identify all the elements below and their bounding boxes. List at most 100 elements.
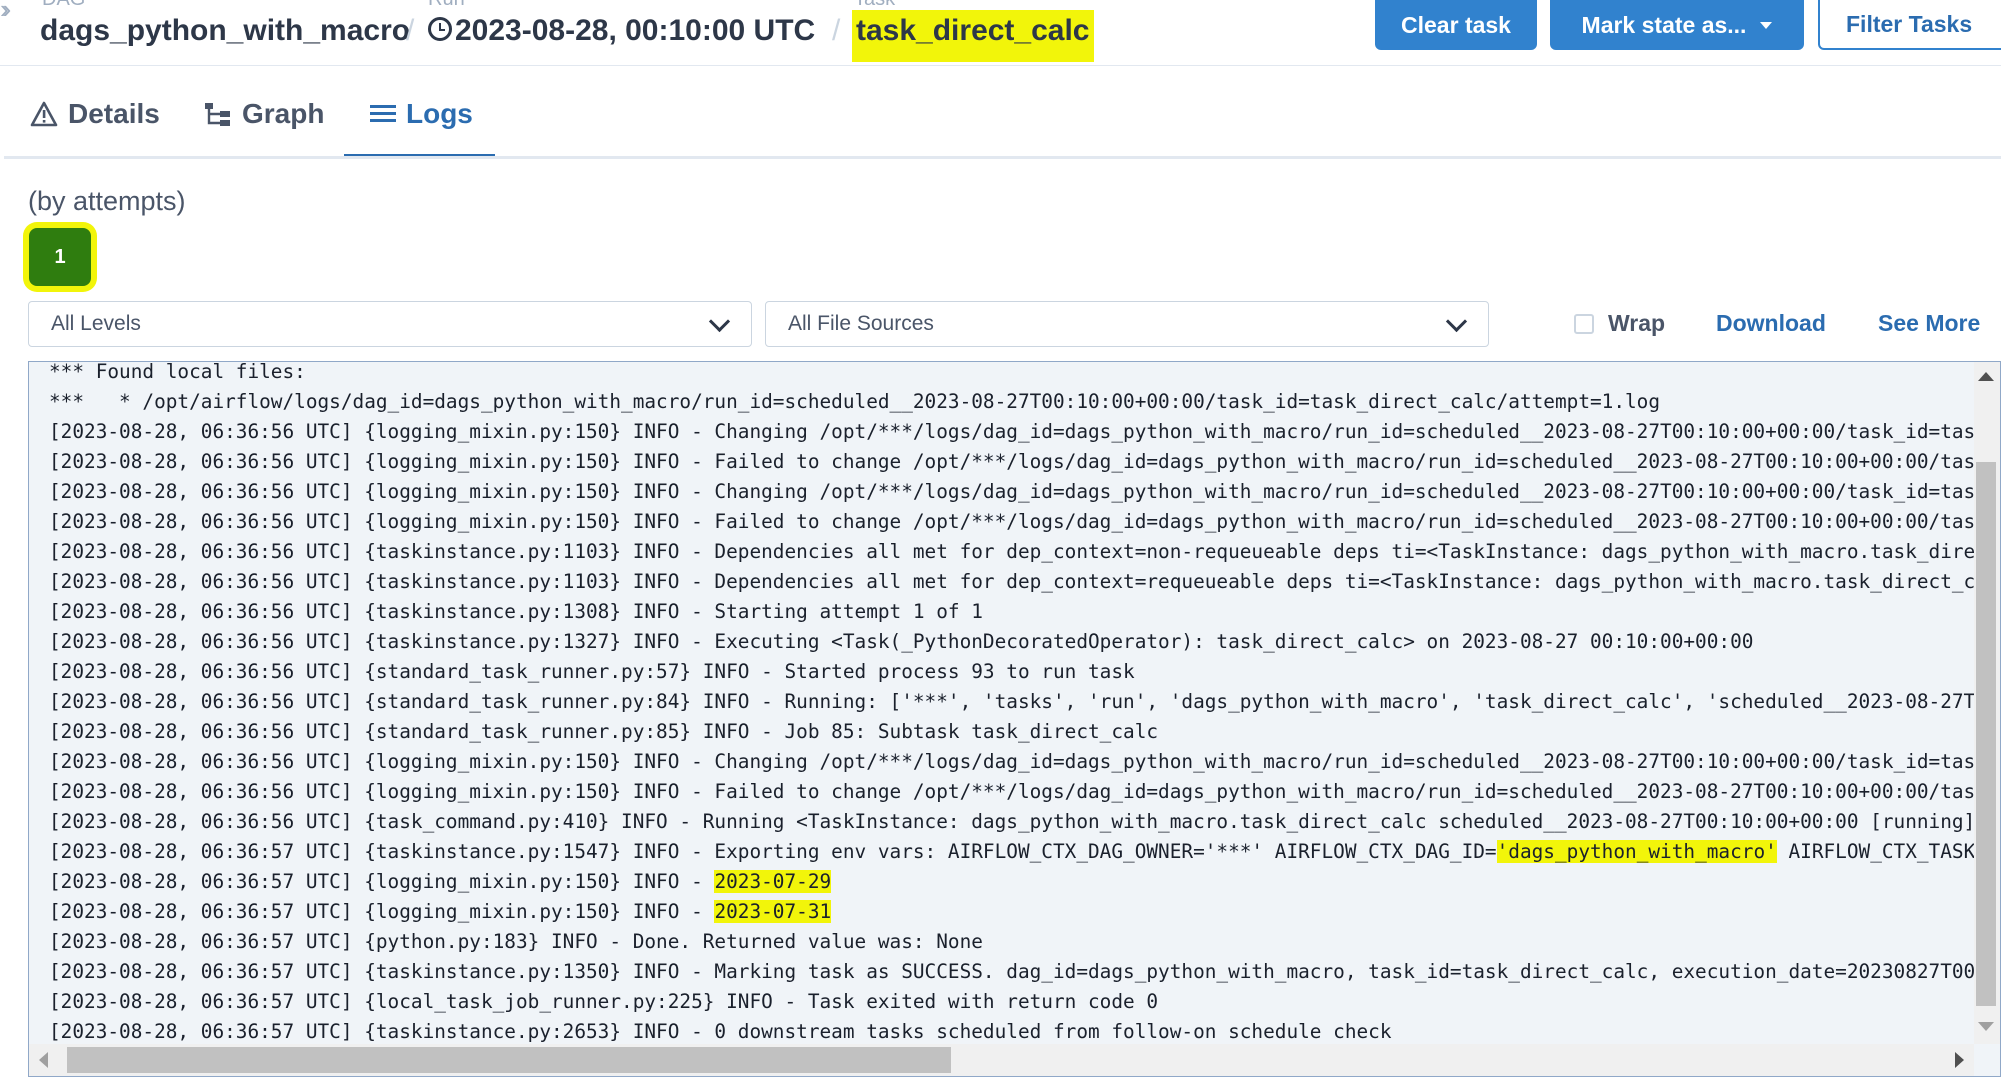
horizontal-scroll-thumb[interactable] <box>67 1047 951 1073</box>
log-line-text: [2023-08-28, 06:36:57 UTC] {logging_mixi… <box>49 870 715 893</box>
breadcrumb-run-value[interactable]: 2023-08-28, 00:10:00 UTC <box>428 14 815 48</box>
log-line-text: [2023-08-28, 06:36:57 UTC] {local_task_j… <box>49 990 1159 1013</box>
log-line: [2023-08-28, 06:36:57 UTC] {logging_mixi… <box>49 897 1999 927</box>
attempts-label: (by attempts) <box>28 186 186 216</box>
wrap-label[interactable]: Wrap <box>1608 310 1665 337</box>
log-line-text: [2023-08-28, 06:36:56 UTC] {logging_mixi… <box>49 780 1999 803</box>
log-line-text: [2023-08-28, 06:36:57 UTC] {taskinstance… <box>49 960 1999 983</box>
log-line: [2023-08-28, 06:36:57 UTC] {logging_mixi… <box>49 867 1999 897</box>
log-line-text: [2023-08-28, 06:36:56 UTC] {logging_mixi… <box>49 510 1999 533</box>
filter-tasks-label: Filter Tasks <box>1846 10 1973 37</box>
chevron-down-icon <box>708 310 731 333</box>
breadcrumb-run-label: Run <box>428 0 465 11</box>
mark-state-button[interactable]: Mark state as... <box>1550 0 1804 50</box>
log-line: [2023-08-28, 06:36:56 UTC] {logging_mixi… <box>49 417 1999 447</box>
log-line-text: [2023-08-28, 06:36:56 UTC] {standard_tas… <box>49 690 1999 713</box>
log-line-tail: AIRFLOW_CTX_TASK_I <box>1776 840 1999 863</box>
log-line: [2023-08-28, 06:36:57 UTC] {python.py:18… <box>49 927 1999 957</box>
mark-state-label: Mark state as... <box>1581 11 1747 38</box>
double-chevron-right-icon[interactable]: ›› <box>0 0 12 25</box>
breadcrumb-dag-value[interactable]: dags_python_with_macro <box>40 14 410 48</box>
log-line-text: [2023-08-28, 06:36:56 UTC] {task_command… <box>49 810 1987 833</box>
file-source-value: All File Sources <box>788 312 934 335</box>
caret-down-icon <box>1760 21 1773 29</box>
log-line: [2023-08-28, 06:36:56 UTC] {logging_mixi… <box>49 747 1999 777</box>
log-line-text: [2023-08-28, 06:36:56 UTC] {taskinstance… <box>49 540 1999 563</box>
warning-icon <box>30 101 58 127</box>
log-line: *** * /opt/airflow/logs/dag_id=dags_pyth… <box>49 387 1999 417</box>
clock-icon <box>428 17 452 41</box>
tab-details[interactable]: Details <box>30 98 160 130</box>
log-line: [2023-08-28, 06:36:56 UTC] {taskinstance… <box>49 597 1999 627</box>
tab-logs[interactable]: Logs <box>370 98 473 130</box>
log-line-text: [2023-08-28, 06:36:56 UTC] {logging_mixi… <box>49 450 1999 473</box>
log-level-select[interactable]: All Levels <box>28 301 752 347</box>
log-highlight: 'dags_python_with_macro' <box>1496 840 1777 863</box>
log-line-text: [2023-08-28, 06:36:56 UTC] {taskinstance… <box>49 600 983 623</box>
log-highlight: 2023-07-31 <box>714 900 832 923</box>
log-line: [2023-08-28, 06:36:56 UTC] {task_command… <box>49 807 1999 837</box>
log-line: [2023-08-28, 06:36:57 UTC] {taskinstance… <box>49 957 1999 987</box>
see-more-link[interactable]: See More <box>1878 310 1980 337</box>
log-line-text: [2023-08-28, 06:36:56 UTC] {logging_mixi… <box>49 420 1999 443</box>
vertical-scroll-thumb[interactable] <box>1976 462 1996 1006</box>
scroll-up-arrow-icon[interactable] <box>1978 372 1994 381</box>
scroll-down-arrow-icon[interactable] <box>1978 1022 1994 1031</box>
log-line: [2023-08-28, 06:36:56 UTC] {taskinstance… <box>49 537 1999 567</box>
scroll-right-arrow-icon[interactable] <box>1955 1052 1964 1068</box>
log-line-text: *** Found local files: <box>49 361 306 383</box>
log-line: [2023-08-28, 06:36:56 UTC] {taskinstance… <box>49 567 1999 597</box>
log-line: [2023-08-28, 06:36:57 UTC] {taskinstance… <box>49 1017 1999 1047</box>
clear-task-label: Clear task <box>1401 11 1511 38</box>
horizontal-scrollbar[interactable] <box>29 1044 1974 1076</box>
log-line-text: [2023-08-28, 06:36:56 UTC] {logging_mixi… <box>49 750 1999 773</box>
breadcrumb-separator: / <box>406 14 415 47</box>
wrap-checkbox[interactable] <box>1574 314 1594 334</box>
log-line: [2023-08-28, 06:36:56 UTC] {logging_mixi… <box>49 447 1999 477</box>
log-line: *** Found local files: <box>49 361 1999 387</box>
log-text: *** Found local files: *** * /opt/airflow… <box>49 361 1999 1047</box>
log-line-text: [2023-08-28, 06:36:56 UTC] {taskinstance… <box>49 630 1754 653</box>
log-line-text: [2023-08-28, 06:36:57 UTC] {python.py:18… <box>49 930 983 953</box>
log-viewer[interactable]: *** Found local files: *** * /opt/airflow… <box>28 361 2001 1077</box>
tab-logs-label: Logs <box>406 98 473 129</box>
log-line: [2023-08-28, 06:36:56 UTC] {standard_tas… <box>49 687 1999 717</box>
breadcrumb-run-text: 2023-08-28, 00:10:00 UTC <box>455 14 816 47</box>
scroll-left-arrow-icon[interactable] <box>39 1052 48 1068</box>
download-link[interactable]: Download <box>1716 310 1826 337</box>
log-line: [2023-08-28, 06:36:56 UTC] {standard_tas… <box>49 657 1999 687</box>
tab-bar: Details Graph Logs <box>0 66 2001 158</box>
filter-tasks-button[interactable]: Filter Tasks <box>1818 0 2001 50</box>
log-line: [2023-08-28, 06:36:56 UTC] {standard_tas… <box>49 717 1999 747</box>
breadcrumb: ›› DAG dags_python_with_macro / Run 2023… <box>0 0 1360 64</box>
log-line: [2023-08-28, 06:36:57 UTC] {local_task_j… <box>49 987 1999 1017</box>
vertical-scrollbar[interactable] <box>1974 362 2000 1044</box>
breadcrumb-task-value[interactable]: task_direct_calc <box>852 10 1094 62</box>
list-icon <box>370 105 396 122</box>
log-line: [2023-08-28, 06:36:56 UTC] {taskinstance… <box>49 627 1999 657</box>
graph-icon <box>205 103 230 126</box>
breadcrumb-separator: / <box>832 14 841 47</box>
breadcrumb-dag-label: DAG <box>42 0 85 11</box>
log-line: [2023-08-28, 06:36:56 UTC] {logging_mixi… <box>49 477 1999 507</box>
log-line: [2023-08-28, 06:36:57 UTC] {taskinstance… <box>49 837 1999 867</box>
attempt-1-button[interactable]: 1 <box>29 228 91 286</box>
log-line-text: [2023-08-28, 06:36:56 UTC] {taskinstance… <box>49 570 1999 593</box>
log-line-text: [2023-08-28, 06:36:56 UTC] {logging_mixi… <box>49 480 1999 503</box>
tab-divider <box>4 156 2001 159</box>
clear-task-button[interactable]: Clear task <box>1375 0 1537 50</box>
log-highlight: 2023-07-29 <box>714 870 832 893</box>
tab-graph[interactable]: Graph <box>204 98 324 130</box>
log-line: [2023-08-28, 06:36:56 UTC] {logging_mixi… <box>49 507 1999 537</box>
log-line: [2023-08-28, 06:36:56 UTC] {logging_mixi… <box>49 777 1999 807</box>
log-line-text: *** * /opt/airflow/logs/dag_id=dags_pyth… <box>49 390 1661 413</box>
file-source-select[interactable]: All File Sources <box>765 301 1489 347</box>
log-line-text: [2023-08-28, 06:36:56 UTC] {standard_tas… <box>49 660 1135 683</box>
chevron-down-icon <box>1445 310 1468 333</box>
log-line-text: [2023-08-28, 06:36:57 UTC] {logging_mixi… <box>49 900 715 923</box>
log-line-text: [2023-08-28, 06:36:56 UTC] {standard_tas… <box>49 720 1159 743</box>
log-line-text: [2023-08-28, 06:36:57 UTC] {taskinstance… <box>49 1020 1392 1043</box>
tab-details-label: Details <box>68 98 160 129</box>
log-level-value: All Levels <box>51 312 141 335</box>
tab-graph-label: Graph <box>242 98 325 129</box>
